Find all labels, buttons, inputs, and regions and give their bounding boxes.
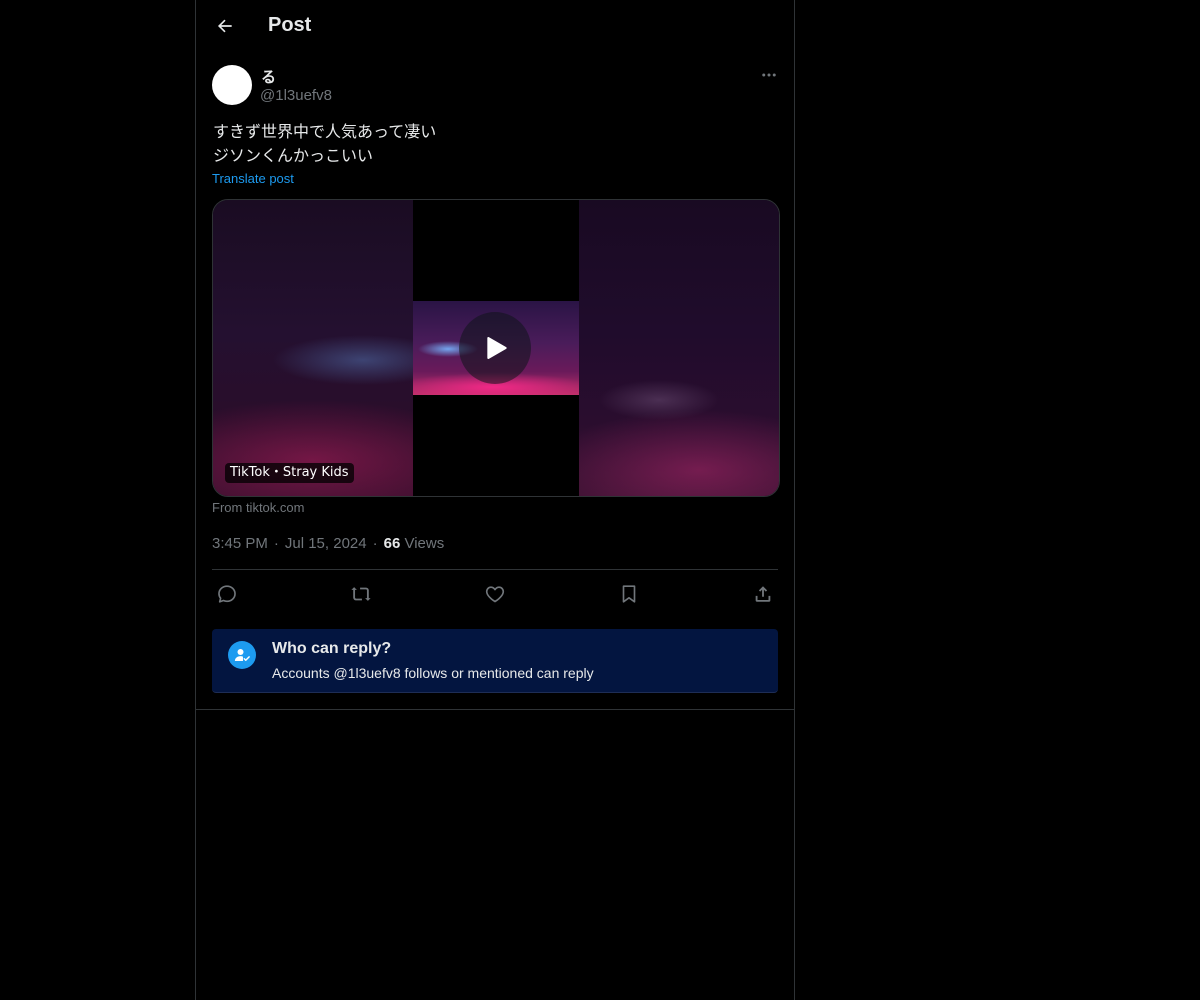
divider — [196, 709, 794, 710]
video-media[interactable]: TikTok・Stray Kids — [212, 199, 780, 497]
views-label: Views — [404, 535, 445, 552]
meta-separator: · — [372, 535, 378, 552]
media-source-label[interactable]: From tiktok.com — [212, 500, 304, 515]
post-time[interactable]: 3:45 PM — [212, 535, 268, 552]
post-column: Post る @1l3uefv8 すきず世界中で人気あって凄い ジソンくんかっこ… — [195, 0, 795, 1000]
avatar[interactable] — [212, 65, 252, 105]
post-text-line: すきず世界中で人気あって凄い — [213, 122, 437, 141]
divider — [212, 569, 778, 570]
post-text: すきず世界中で人気あって凄い ジソンくんかっこいい — [213, 120, 773, 168]
play-icon — [487, 337, 507, 359]
post-date[interactable]: Jul 15, 2024 — [285, 535, 367, 552]
who-can-reply-banner: Who can reply? Accounts @1l3uefv8 follow… — [212, 629, 778, 693]
arrow-left-icon — [217, 19, 232, 33]
translate-post-link[interactable]: Translate post — [212, 171, 294, 186]
reply-icon — [218, 585, 236, 603]
more-horizontal-icon — [762, 73, 776, 77]
page-title: Post — [268, 14, 312, 36]
post-meta: 3:45 PM · Jul 15, 2024 · 66 Views — [212, 535, 444, 552]
reply-button[interactable] — [214, 581, 240, 607]
meta-separator: · — [273, 535, 279, 552]
media-source-badge: TikTok・Stray Kids — [225, 463, 354, 483]
reply-settings-description: Accounts @1l3uefv8 follows or mentioned … — [272, 665, 594, 681]
reply-settings-title: Who can reply? — [272, 640, 392, 657]
user-check-icon — [234, 649, 250, 661]
share-icon — [755, 586, 771, 602]
author-handle[interactable]: @1l3uefv8 — [260, 87, 332, 104]
bookmark-button[interactable] — [616, 581, 642, 607]
views-count: 66 — [383, 535, 401, 552]
media-blur-left — [213, 200, 413, 496]
repost-icon — [351, 587, 371, 601]
post-header: Post — [196, 0, 794, 53]
repost-button[interactable] — [348, 581, 374, 607]
play-button[interactable] — [459, 312, 531, 384]
author-display-name[interactable]: る — [261, 66, 276, 87]
reply-settings-icon-badge — [228, 641, 256, 669]
heart-icon — [485, 586, 505, 603]
like-button[interactable] — [482, 581, 508, 607]
share-button[interactable] — [750, 581, 776, 607]
back-button[interactable] — [208, 9, 242, 43]
post-text-line: ジソンくんかっこいい — [213, 146, 374, 165]
bookmark-icon — [622, 585, 636, 603]
media-blur-right — [579, 200, 779, 496]
more-options-button[interactable] — [756, 63, 782, 87]
